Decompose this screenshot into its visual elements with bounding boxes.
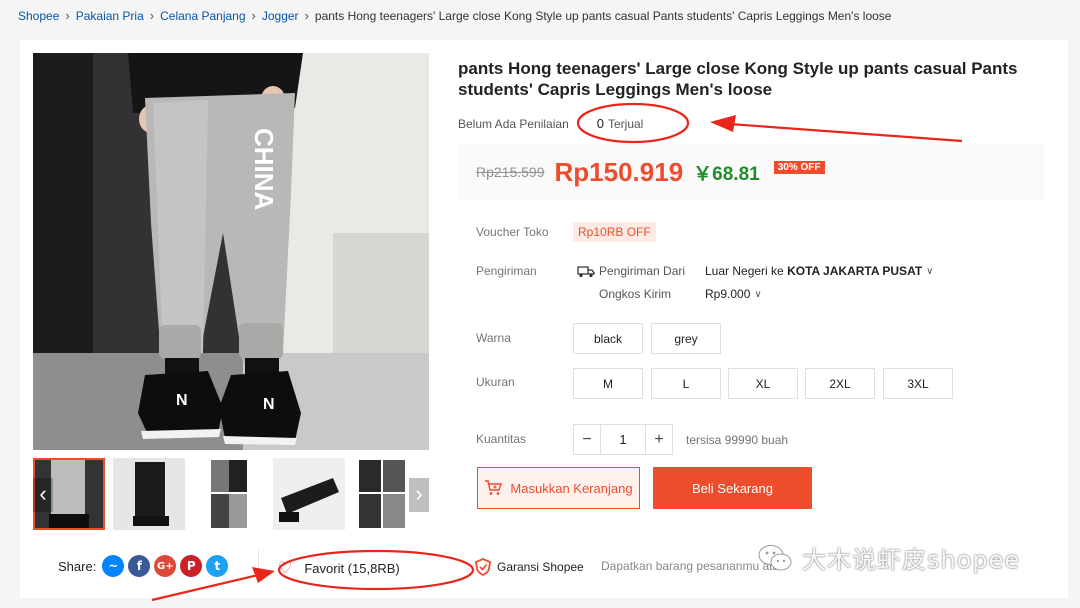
thumbnail-strip: ‹ ›	[33, 458, 429, 530]
share-label: Share:	[58, 558, 97, 574]
product-card: CHINA N N ‹ › Share: ~ f G+ P t ♡ Favori…	[20, 40, 1068, 598]
thumbnail-5[interactable]	[353, 458, 409, 530]
favorite-label: Favorit (15,8RB)	[304, 560, 400, 576]
shipping-from-label: Pengiriman Dari	[599, 264, 686, 278]
chevron-right-icon: ›	[65, 8, 70, 23]
sold-count: 0	[596, 116, 604, 131]
size-option-3xl[interactable]: 3XL	[883, 368, 953, 399]
sold-label: Terjual	[607, 117, 644, 131]
quantity-stepper: − 1 +	[573, 424, 673, 455]
size-label: Ukuran	[476, 375, 515, 389]
shipping-from-value: Luar Negeri ke	[705, 264, 784, 278]
favorite-button[interactable]: ♡ Favorit (15,8RB)	[278, 558, 400, 578]
svg-text:N: N	[263, 396, 275, 413]
quantity-label: Kuantitas	[476, 432, 527, 446]
buy-now-button[interactable]: Beli Sekarang	[653, 467, 812, 509]
add-to-cart-button[interactable]: Masukkan Keranjang	[477, 467, 640, 509]
color-option-black[interactable]: black	[573, 323, 643, 354]
guarantee-link[interactable]: Garansi Shopee	[475, 558, 584, 576]
voucher-badge[interactable]: Rp10RB OFF	[573, 222, 656, 242]
chevron-right-icon: ›	[251, 8, 256, 23]
stock-text: tersisa 99990 buah	[686, 433, 789, 447]
share-row: Share: ~ f G+ P t	[58, 555, 232, 577]
heart-icon: ♡	[278, 560, 293, 577]
chevron-right-icon[interactable]: ›	[409, 478, 429, 512]
original-price: Rp215.599	[476, 164, 545, 180]
shield-icon	[475, 558, 491, 576]
divider	[258, 550, 259, 582]
rating-row: Belum Ada Penilaian 0 Terjual	[458, 116, 643, 131]
color-label: Warna	[476, 331, 511, 345]
voucher-label: Voucher Toko	[476, 225, 549, 239]
breadcrumb-current: pants Hong teenagers' Large close Kong S…	[314, 8, 892, 23]
chevron-right-icon: ›	[149, 8, 155, 23]
price-box: Rp215.599 Rp150.919 ￥68.81 30% OFF	[458, 144, 1044, 200]
guarantee-label: Garansi Shopee	[497, 560, 584, 574]
chevron-left-icon[interactable]: ‹	[33, 478, 53, 512]
thumbnail-3[interactable]	[193, 458, 265, 530]
current-price: Rp150.919	[554, 156, 684, 187]
cart-icon	[485, 480, 503, 495]
breadcrumb-pakaian-pria[interactable]: Pakaian Pria	[76, 9, 144, 23]
product-photo: CHINA N N	[33, 53, 429, 450]
color-option-grey[interactable]: grey	[651, 323, 721, 354]
thumbnail-4[interactable]	[273, 458, 345, 530]
quantity-decrease-button[interactable]: −	[574, 425, 600, 454]
svg-text:N: N	[176, 392, 188, 409]
breadcrumb-jogger[interactable]: Jogger	[262, 9, 299, 23]
chevron-down-icon: ∨	[926, 265, 934, 277]
watermark-text: 大木说虾皮shopee	[802, 546, 1021, 574]
shipping-cost-value: Rp9.000	[705, 287, 751, 301]
twitter-icon[interactable]: t	[206, 555, 229, 577]
breadcrumb: Shopee › Pakaian Pria › Celana Panjang ›…	[18, 8, 891, 23]
sold-info: 0 Terjual	[597, 116, 644, 131]
shipping-cost[interactable]: Rp9.000 ∨	[705, 287, 762, 301]
google-plus-icon[interactable]: G+	[154, 555, 177, 577]
add-to-cart-label: Masukkan Keranjang	[510, 480, 633, 496]
print-text: CHINA	[249, 128, 279, 211]
shipping-destination-value: KOTA JAKARTA PUSAT	[787, 264, 923, 278]
chevron-down-icon: ∨	[754, 288, 762, 300]
chevron-right-icon: ›	[304, 8, 309, 23]
quantity-increase-button[interactable]: +	[646, 425, 672, 454]
breadcrumb-celana-panjang[interactable]: Celana Panjang	[160, 9, 245, 23]
size-option-2xl[interactable]: 2XL	[805, 368, 875, 399]
truck-icon	[577, 266, 595, 278]
size-option-l[interactable]: L	[651, 368, 721, 399]
product-main-image[interactable]: CHINA N N	[33, 53, 429, 450]
product-title: pants Hong teenagers' Large close Kong S…	[458, 59, 1018, 99]
cny-price: ￥68.81	[693, 163, 760, 185]
wechat-icon	[758, 544, 792, 570]
thumbnail-2[interactable]	[113, 458, 185, 530]
shipping-label: Pengiriman	[476, 264, 537, 278]
size-option-xl[interactable]: XL	[728, 368, 798, 399]
shipping-cost-label: Ongkos Kirim	[599, 287, 672, 301]
messenger-icon[interactable]: ~	[102, 555, 125, 577]
watermark: 大木说虾皮shopee	[758, 540, 1020, 575]
shipping-from-row: Pengiriman Dari	[577, 264, 685, 278]
breadcrumb-shopee[interactable]: Shopee	[18, 9, 59, 23]
shipping-destination[interactable]: Luar Negeri ke KOTA JAKARTA PUSAT ∨	[705, 264, 934, 278]
facebook-icon[interactable]: f	[128, 555, 151, 577]
rating-text: Belum Ada Penilaian	[458, 116, 569, 131]
quantity-input[interactable]: 1	[600, 425, 646, 454]
discount-badge: 30% OFF	[773, 160, 825, 174]
pinterest-icon[interactable]: P	[180, 555, 203, 577]
size-option-m[interactable]: M	[573, 368, 643, 399]
